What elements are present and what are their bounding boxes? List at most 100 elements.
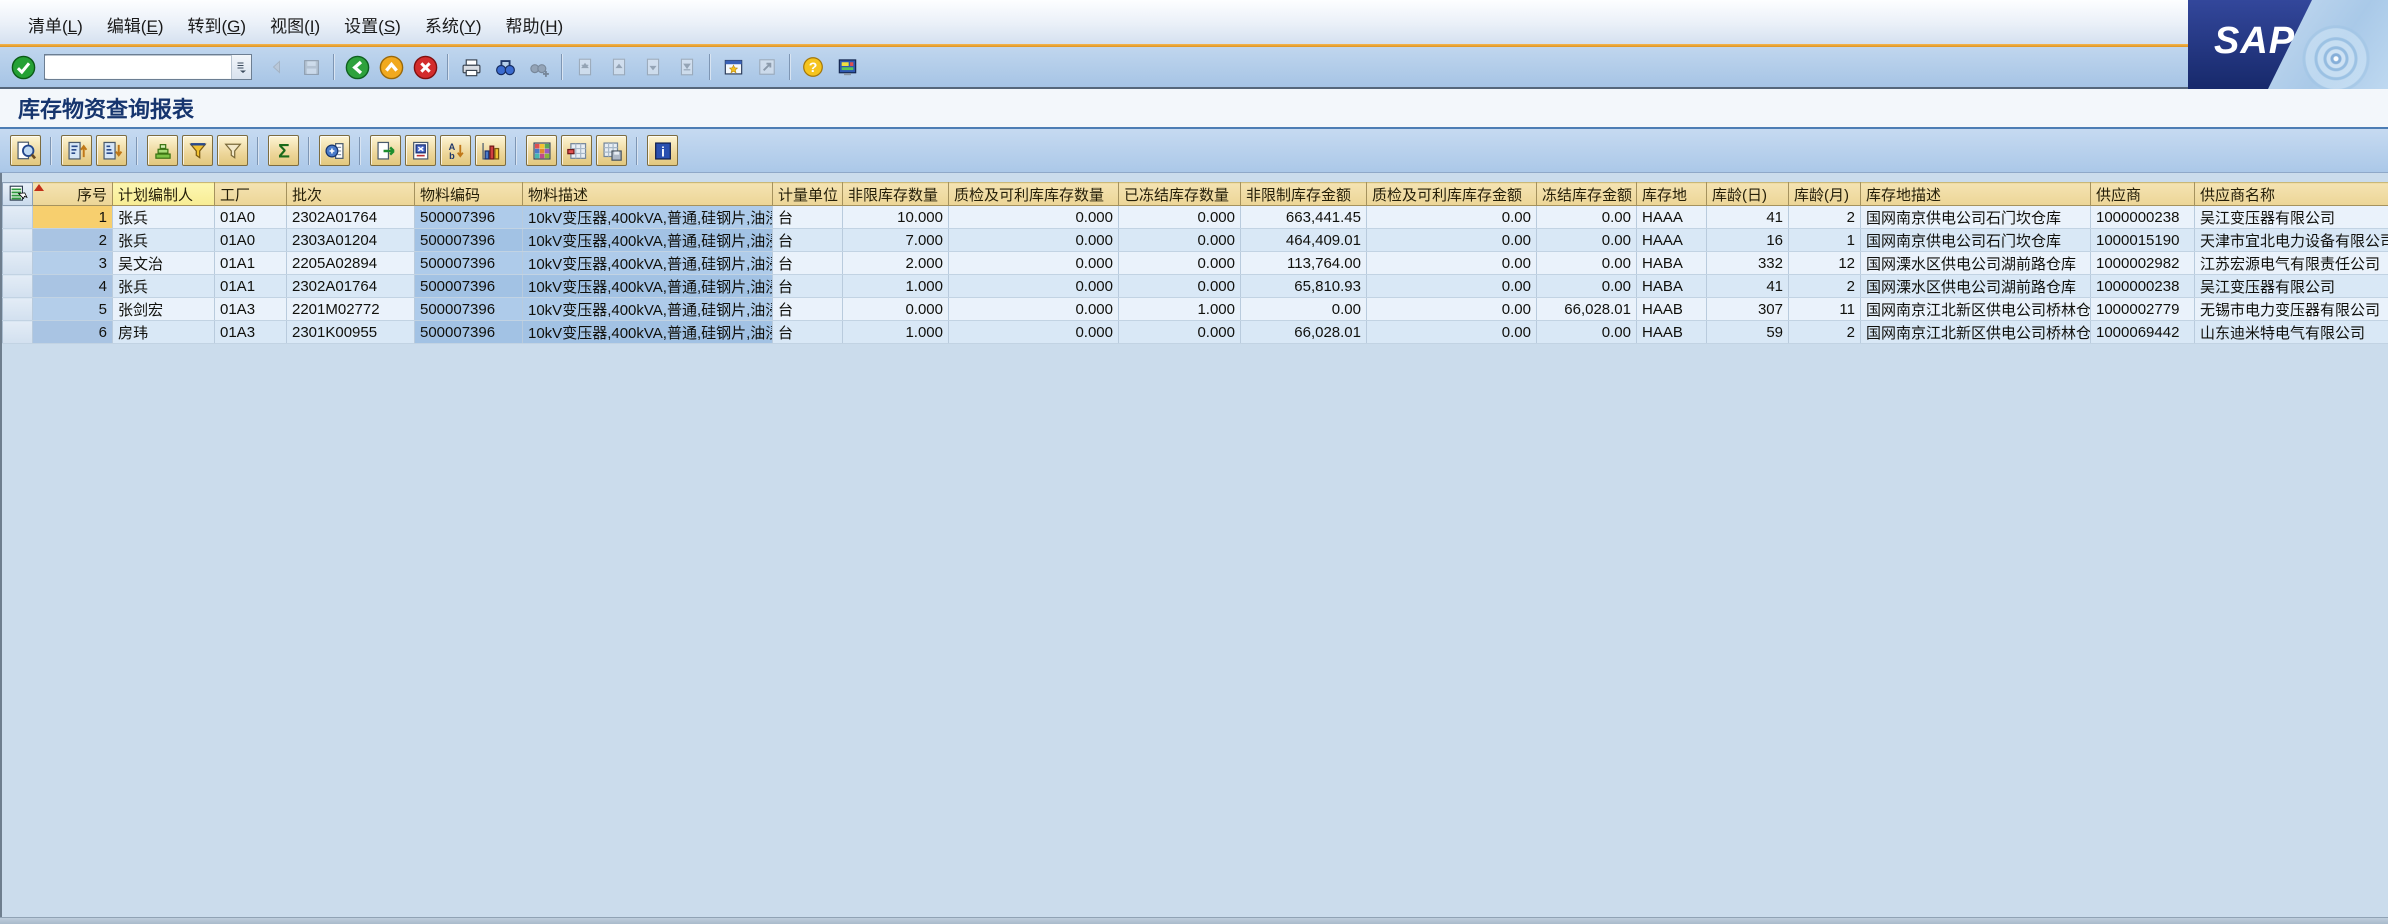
filter-button[interactable] xyxy=(182,135,213,166)
grid-cell-amt_inspection[interactable]: 0.00 xyxy=(1367,252,1537,275)
grid-cell-qty_unrestricted[interactable]: 0.000 xyxy=(843,298,949,321)
column-header-age_months[interactable]: 库龄(月) xyxy=(1789,183,1861,206)
grid-cell-age_months[interactable]: 1 xyxy=(1789,229,1861,252)
grid-cell-sloc[interactable]: HABA xyxy=(1637,275,1707,298)
cancel-button[interactable] xyxy=(408,50,442,84)
subtotal-button[interactable] xyxy=(319,135,350,166)
save-layout-button[interactable] xyxy=(596,135,627,166)
grid-cell-vendor[interactable]: 1000000238 xyxy=(2091,206,2195,229)
grid-cell-amt_inspection[interactable]: 0.00 xyxy=(1367,298,1537,321)
abc-analysis-button[interactable]: Ab xyxy=(440,135,471,166)
grid-cell-amt_inspection[interactable]: 0.00 xyxy=(1367,275,1537,298)
row-selector[interactable] xyxy=(3,229,33,252)
row-selector[interactable] xyxy=(3,275,33,298)
grid-cell-age_days[interactable]: 41 xyxy=(1707,275,1789,298)
grid-cell-seq[interactable]: 2 xyxy=(33,229,113,252)
grid-cell-batch[interactable]: 2302A01764 xyxy=(287,206,415,229)
column-header-sloc_desc[interactable]: 库存地描述 xyxy=(1861,183,2091,206)
grid-cell-vendor[interactable]: 1000069442 xyxy=(2091,321,2195,344)
grid-cell-seq[interactable]: 5 xyxy=(33,298,113,321)
export-local-file-button[interactable] xyxy=(370,135,401,166)
choose-layout-button[interactable] xyxy=(526,135,557,166)
column-header-qty_unrestricted[interactable]: 非限库存数量 xyxy=(843,183,949,206)
save-button[interactable] xyxy=(294,50,328,84)
grid-cell-seq[interactable]: 4 xyxy=(33,275,113,298)
grid-cell-sloc[interactable]: HAAA xyxy=(1637,206,1707,229)
grid-cell-amt_inspection[interactable]: 0.00 xyxy=(1367,229,1537,252)
grid-cell-qty_inspection[interactable]: 0.000 xyxy=(949,298,1119,321)
help-button[interactable]: ? xyxy=(796,50,830,84)
grid-cell-material_desc[interactable]: 10kV变压器,400kVA,普通,硅钢片,油浸 xyxy=(523,229,773,252)
menu-item-e[interactable]: 编辑(E) xyxy=(95,9,176,40)
grid-cell-material_desc[interactable]: 10kV变压器,400kVA,普通,硅钢片,油浸 xyxy=(523,298,773,321)
grid-cell-vendor_name[interactable]: 吴江变压器有限公司 xyxy=(2195,206,2388,229)
grid-cell-vendor[interactable]: 1000002779 xyxy=(2091,298,2195,321)
find-button[interactable] xyxy=(488,50,522,84)
grid-cell-batch[interactable]: 2302A01764 xyxy=(287,275,415,298)
column-header-qty_blocked[interactable]: 已冻结库存数量 xyxy=(1119,183,1241,206)
column-header-material[interactable]: 物料编码 xyxy=(415,183,523,206)
grid-cell-qty_inspection[interactable]: 0.000 xyxy=(949,321,1119,344)
grid-cell-material_desc[interactable]: 10kV变压器,400kVA,普通,硅钢片,油浸 xyxy=(523,252,773,275)
grid-cell-plant[interactable]: 01A1 xyxy=(215,275,287,298)
grid-cell-vendor[interactable]: 1000015190 xyxy=(2091,229,2195,252)
create-shortcut-button[interactable] xyxy=(750,50,784,84)
column-header-vendor_name[interactable]: 供应商名称 xyxy=(2195,183,2388,206)
column-header-amt_inspection[interactable]: 质检及可利库库存金额 xyxy=(1367,183,1537,206)
select-all-button[interactable] xyxy=(3,183,33,206)
grid-cell-amt_blocked[interactable]: 0.00 xyxy=(1537,252,1637,275)
grid-cell-qty_blocked[interactable]: 0.000 xyxy=(1119,275,1241,298)
row-selector[interactable] xyxy=(3,321,33,344)
grid-cell-age_days[interactable]: 59 xyxy=(1707,321,1789,344)
grid-cell-vendor_name[interactable]: 天津市宜北电力设备有限公司 xyxy=(2195,229,2388,252)
details-button[interactable] xyxy=(10,135,41,166)
grid-cell-batch[interactable]: 2201M02772 xyxy=(287,298,415,321)
grid-cell-amt_blocked[interactable]: 0.00 xyxy=(1537,206,1637,229)
grid-cell-qty_blocked[interactable]: 0.000 xyxy=(1119,252,1241,275)
info-button[interactable]: i xyxy=(647,135,678,166)
delete-filter-button[interactable] xyxy=(217,135,248,166)
command-input[interactable] xyxy=(45,56,231,78)
grid-cell-amt_unrestricted[interactable]: 66,028.01 xyxy=(1241,321,1367,344)
menu-item-g[interactable]: 转到(G) xyxy=(176,9,259,40)
grid-cell-uom[interactable]: 台 xyxy=(773,206,843,229)
grid-cell-plant[interactable]: 01A0 xyxy=(215,206,287,229)
column-header-plant[interactable]: 工厂 xyxy=(215,183,287,206)
grid-cell-vendor[interactable]: 1000000238 xyxy=(2091,275,2195,298)
grid-cell-qty_unrestricted[interactable]: 2.000 xyxy=(843,252,949,275)
grid-cell-planner[interactable]: 张兵 xyxy=(113,206,215,229)
customize-layout-button[interactable] xyxy=(830,50,864,84)
grid-cell-seq[interactable]: 1 xyxy=(33,206,113,229)
back-button[interactable] xyxy=(340,50,374,84)
grid-cell-amt_inspection[interactable]: 0.00 xyxy=(1367,321,1537,344)
menu-item-l[interactable]: 清单(L) xyxy=(16,9,95,40)
grid-cell-amt_blocked[interactable]: 0.00 xyxy=(1537,275,1637,298)
grid-cell-amt_unrestricted[interactable]: 113,764.00 xyxy=(1241,252,1367,275)
grid-cell-sloc_desc[interactable]: 国网南京江北新区供电公司桥林仓库 xyxy=(1861,298,2091,321)
grid-cell-sloc_desc[interactable]: 国网溧水区供电公司湖前路仓库 xyxy=(1861,252,2091,275)
grid-cell-planner[interactable]: 张兵 xyxy=(113,275,215,298)
grid-cell-qty_unrestricted[interactable]: 1.000 xyxy=(843,275,949,298)
grid-cell-sloc[interactable]: HABA xyxy=(1637,252,1707,275)
grid-cell-vendor_name[interactable]: 山东迪米特电气有限公司 xyxy=(2195,321,2388,344)
grid-cell-plant[interactable]: 01A3 xyxy=(215,321,287,344)
grid-cell-uom[interactable]: 台 xyxy=(773,321,843,344)
menu-item-h[interactable]: 帮助(H) xyxy=(494,9,576,40)
column-header-vendor[interactable]: 供应商 xyxy=(2091,183,2195,206)
grid-cell-qty_unrestricted[interactable]: 7.000 xyxy=(843,229,949,252)
column-header-age_days[interactable]: 库龄(日) xyxy=(1707,183,1789,206)
grid-cell-age_months[interactable]: 2 xyxy=(1789,321,1861,344)
change-layout-button[interactable] xyxy=(561,135,592,166)
grid-cell-material[interactable]: 500007396 xyxy=(415,321,523,344)
column-header-uom[interactable]: 计量单位 xyxy=(773,183,843,206)
grid-cell-material_desc[interactable]: 10kV变压器,400kVA,普通,硅钢片,油浸 xyxy=(523,275,773,298)
grid-cell-planner[interactable]: 房玮 xyxy=(113,321,215,344)
column-header-amt_blocked[interactable]: 冻结库存金额 xyxy=(1537,183,1637,206)
column-header-sloc[interactable]: 库存地 xyxy=(1637,183,1707,206)
exit-button[interactable] xyxy=(374,50,408,84)
grid-cell-age_days[interactable]: 16 xyxy=(1707,229,1789,252)
column-header-amt_unrestricted[interactable]: 非限制库存金额 xyxy=(1241,183,1367,206)
page-up-button[interactable] xyxy=(602,50,636,84)
column-header-batch[interactable]: 批次 xyxy=(287,183,415,206)
grid-cell-planner[interactable]: 张兵 xyxy=(113,229,215,252)
